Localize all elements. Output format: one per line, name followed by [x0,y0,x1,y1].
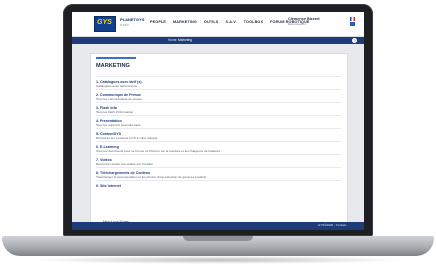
laptop-notch [183,236,253,241]
list-item[interactable]: 5. ContentGYS Retrouvez les contenus GYS… [96,128,341,141]
list-item-subtitle: Tous les flash d'information [96,110,134,114]
list-item-subtitle: Tous les documents pour se former et inf… [96,149,221,153]
list-item[interactable]: 7. Vidéos Découvrez toutes nos vidéos su… [96,154,341,167]
brand-name: PLANETGYS [120,17,145,22]
list-item-subtitle: Tous les supports promotionnels [96,123,141,127]
list-item[interactable]: 9. Site Internet [96,180,341,193]
footer-text[interactable]: GYS©2020 - Contact [318,223,346,227]
brand-subtitle: GYS.fr [120,23,130,27]
nav-marketing[interactable]: MARKETING [173,20,197,24]
list-item[interactable]: 1. Catalogues avec tarif (s) Catalogues … [96,76,341,89]
breadcrumb-bar [72,37,364,44]
laptop-shadow [30,256,406,264]
brand-logo-text: GYS [97,19,112,26]
list-item-subtitle: Découvrez toutes nos vidéos sur Youtube [96,162,153,166]
list-item[interactable]: 6. E-Learning Tous les documents pour se… [96,141,341,154]
nav-toolbox[interactable]: TOOLBOX [244,20,263,24]
list-item[interactable]: 2. Communiqué de Presse Tous les communi… [96,89,341,102]
list-item[interactable]: 3. Flash Info Tous les flash d'informati… [96,102,341,115]
list-item-subtitle: Retrouvez les contenus GYS à votre marqu… [96,136,158,140]
list-item-title[interactable]: 9. Site Internet [96,184,121,188]
nav-outils[interactable]: OUTILS [204,20,219,24]
breadcrumb-separator-icon: › [175,38,177,42]
brand-logo[interactable]: GYS [94,16,116,32]
list-item-subtitle: Tous les communiqués de presse [96,97,142,101]
list-item-subtitle: Catalogues avec tarifs France [96,84,138,88]
breadcrumb-current: Marketing [178,38,192,42]
top-bar: GYS PLANETGYS GYS.fr PEOPLE MARKETING OU… [72,12,364,37]
list-item[interactable]: 4. Presentation Tous les supports promot… [96,115,341,128]
marketing-list: 1. Catalogues avec tarif (s) Catalogues … [96,76,341,193]
list-item[interactable]: 8. Téléchargements de Contenu Télécharge… [96,167,341,180]
flag-fr-icon[interactable] [350,17,355,21]
help-icon[interactable]: ? [352,38,357,43]
nav-sav[interactable]: S.A.V. [225,20,236,24]
list-item-subtitle: Téléchargez la documentation et les phot… [96,175,207,179]
language-icon[interactable] [350,22,355,26]
page-title: MARKETING [96,63,130,69]
account-name[interactable]: Clémence Bizeret [288,17,320,21]
nav-people[interactable]: PEOPLE [150,20,166,24]
laptop-screen: GYS PLANETGYS GYS.fr PEOPLE MARKETING OU… [72,12,364,230]
main-nav: PEOPLE MARKETING OUTILS S.A.V. TOOLBOX F… [150,20,310,24]
title-accent-line [96,57,136,59]
logout-link[interactable]: Déconnexion [288,22,306,26]
